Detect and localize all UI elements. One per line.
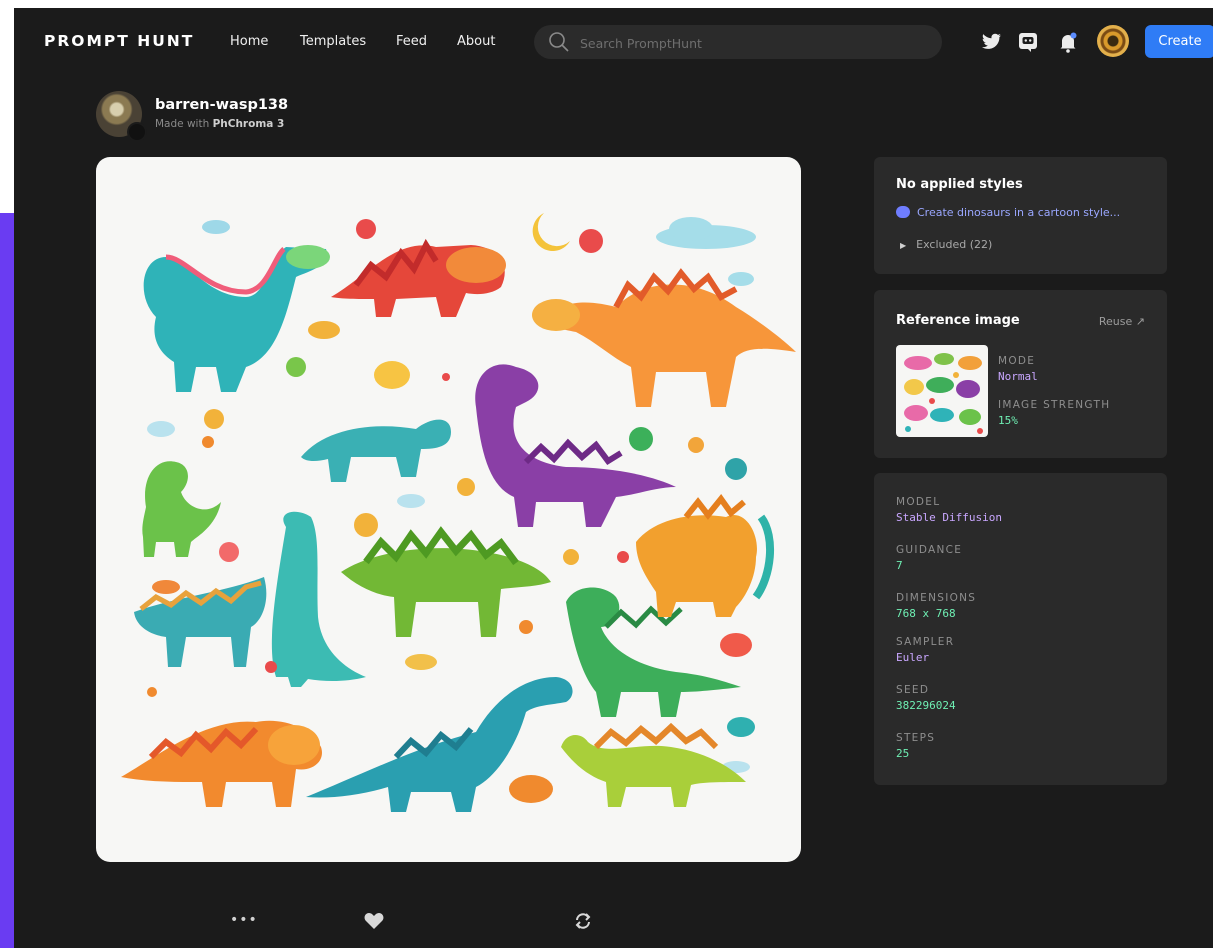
top-nav: PROMPT HUNT Home Templates Feed About Se…: [14, 8, 1213, 74]
generation-settings-panel: MODEL Stable Diffusion GUIDANCE 7 DIMENS…: [874, 473, 1167, 785]
reference-dinosaur-thumbnail: [904, 353, 983, 434]
steps-label: STEPS: [896, 732, 936, 744]
reference-image-panel: Reference image Reuse ↗ MODE Normal IMAG…: [874, 290, 1167, 458]
prompt-text-link[interactable]: Create dinosaurs in a cartoon style...: [896, 206, 1120, 219]
mode-value: Normal: [998, 370, 1038, 383]
app-window: PROMPT HUNT Home Templates Feed About Se…: [14, 8, 1213, 948]
seed-value: 382296024: [896, 699, 956, 712]
sampler-value: Euler: [896, 651, 930, 664]
reference-image-title: Reference image: [896, 313, 1020, 328]
remix-icon[interactable]: [573, 912, 593, 930]
heart-icon[interactable]: [364, 912, 384, 930]
more-icon[interactable]: •••: [230, 912, 258, 928]
dinosaur-illustration: [121, 213, 796, 812]
create-button[interactable]: Create: [1145, 25, 1213, 58]
model-label: MODEL: [896, 496, 941, 508]
discord-icon[interactable]: [1016, 30, 1040, 54]
steps-value: 25: [896, 747, 910, 760]
twitter-icon[interactable]: [979, 30, 1003, 54]
excluded-toggle[interactable]: ▶ Excluded (22): [900, 238, 992, 251]
search-icon: [549, 32, 569, 52]
author-username[interactable]: barren-wasp138: [155, 97, 288, 113]
user-avatar[interactable]: [1097, 25, 1129, 57]
excluded-label: Excluded (22): [916, 238, 993, 251]
search-bar[interactable]: [534, 25, 942, 59]
seed-label: SEED: [896, 684, 930, 696]
author-badge-icon: [127, 122, 147, 142]
reference-image-thumbnail[interactable]: [896, 345, 988, 437]
sampler-label: SAMPLER: [896, 636, 955, 648]
nav-link-feed[interactable]: Feed: [396, 34, 427, 49]
dimensions-label: DIMENSIONS: [896, 592, 977, 604]
model-value: Stable Diffusion: [896, 511, 1002, 524]
model-name-link[interactable]: PhChroma 3: [213, 118, 285, 130]
styles-panel: No applied styles Create dinosaurs in a …: [874, 157, 1167, 274]
chat-bubble-icon: [896, 206, 910, 218]
reuse-button[interactable]: Reuse ↗: [1099, 315, 1145, 328]
made-with-prefix: Made with: [155, 118, 210, 130]
made-with-label: Made with PhChroma 3: [155, 118, 284, 130]
brand-logo[interactable]: PROMPT HUNT: [44, 32, 194, 50]
notification-bell-icon[interactable]: [1056, 30, 1080, 54]
styles-title: No applied styles: [896, 177, 1023, 192]
window-edge-accent: [0, 213, 14, 948]
dimensions-value: 768 x 768: [896, 607, 956, 620]
generated-image[interactable]: [96, 157, 801, 862]
search-input[interactable]: [578, 31, 922, 55]
nav-link-home[interactable]: Home: [230, 34, 268, 49]
nav-link-about[interactable]: About: [457, 34, 495, 49]
prompt-text: Create dinosaurs in a cartoon style...: [917, 206, 1121, 219]
caret-right-icon: ▶: [900, 241, 907, 250]
nav-link-templates[interactable]: Templates: [300, 34, 366, 49]
guidance-value: 7: [896, 559, 903, 572]
mode-label: MODE: [998, 355, 1036, 367]
image-strength-label: IMAGE STRENGTH: [998, 399, 1111, 411]
guidance-label: GUIDANCE: [896, 544, 963, 556]
image-strength-value: 15%: [998, 414, 1018, 427]
